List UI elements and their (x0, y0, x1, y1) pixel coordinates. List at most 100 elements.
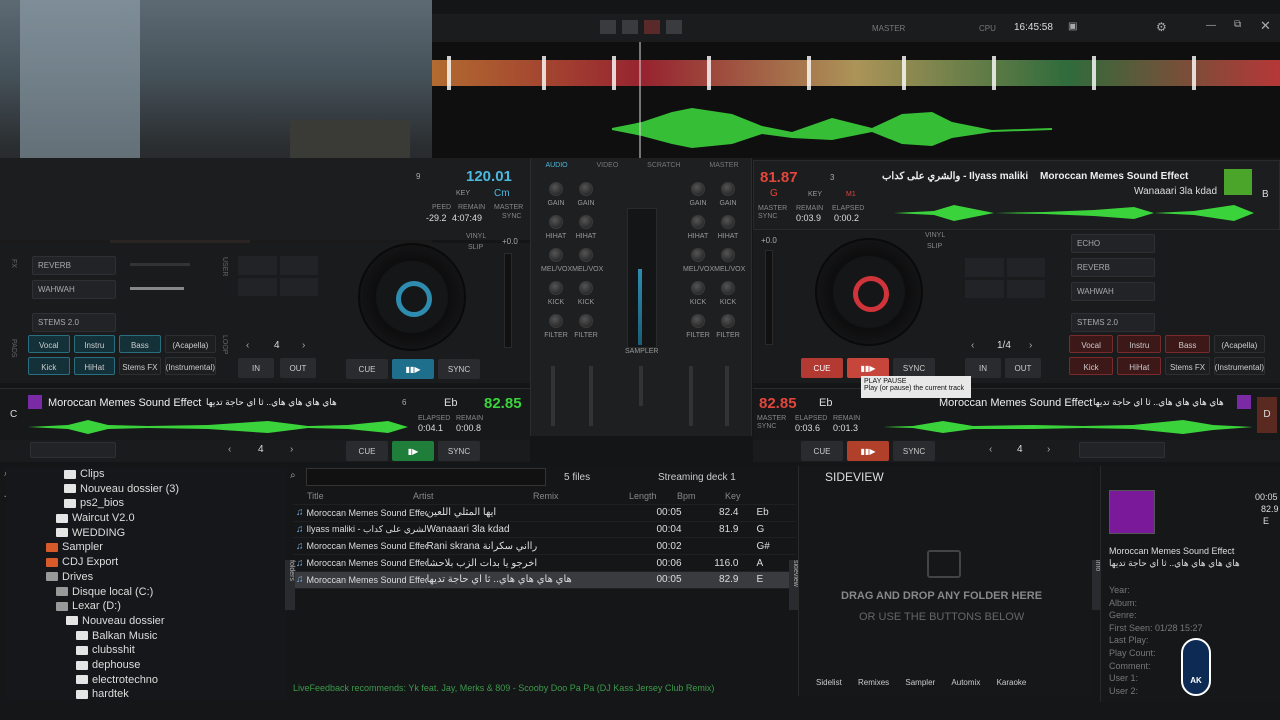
minimize-icon[interactable]: — (1206, 20, 1216, 31)
loop-prev-icon[interactable]: ‹ (971, 340, 974, 351)
tab-karaoke[interactable]: Karaoke (997, 678, 1027, 687)
loop-next-icon[interactable]: › (290, 444, 293, 455)
knob[interactable] (721, 182, 735, 196)
table-row[interactable]: ♫ Moroccan Memes Sound Effect أيها المثل… (293, 505, 796, 522)
slip-b-label[interactable]: SLIP (927, 243, 942, 250)
deck-b-key[interactable]: G (770, 188, 778, 199)
knob[interactable] (549, 182, 563, 196)
knob[interactable] (549, 314, 563, 328)
record-icon[interactable]: ▣ (1068, 21, 1077, 32)
tree-item[interactable]: ps2_bios (6, 497, 286, 512)
mixer-left-knobs[interactable]: GAIN GAIN HIHAT HIHAT MEL/VOX MEL/VOX KICK K… (541, 182, 603, 339)
sync-button-d[interactable]: SYNC (893, 441, 935, 461)
loop-size-b[interactable]: 1/4 (997, 340, 1011, 351)
loop-in-button-b[interactable]: IN (965, 358, 1001, 378)
wahwah-select[interactable]: WAHWAH (1071, 282, 1155, 301)
deck-d-mini-wave[interactable] (883, 417, 1253, 437)
search-input[interactable] (306, 468, 546, 486)
reverb-select[interactable]: REVERB (1071, 258, 1155, 277)
pad-instru[interactable]: Instru (73, 335, 116, 353)
col-remix[interactable]: Remix (533, 491, 629, 501)
tab-sidelist[interactable]: Sidelist (816, 678, 842, 687)
deck-d-key[interactable]: Eb (819, 397, 832, 409)
user-pad[interactable] (279, 277, 318, 296)
col-key[interactable]: Key (725, 491, 765, 501)
user-pad[interactable] (238, 277, 277, 296)
livefeedback-text[interactable]: LiveFeedback recommends: Yk feat. Jay, M… (293, 683, 793, 693)
pad-instru[interactable]: Instru (1117, 335, 1162, 353)
deck-b-letter[interactable]: B (1262, 189, 1269, 200)
tree-item[interactable]: Nouveau dossier (3) (6, 483, 286, 498)
deck-d-loop[interactable]: 4 (1017, 444, 1023, 455)
sync-button-a[interactable]: SYNC (438, 359, 480, 379)
pitch-slider-a[interactable] (504, 253, 512, 348)
pad-stems-fx[interactable]: Stems FX (1165, 357, 1210, 375)
user-pad[interactable] (965, 279, 1004, 298)
sampler-fader[interactable] (639, 366, 643, 406)
tree-item[interactable]: electrotechno (6, 674, 286, 689)
folders-tab[interactable]: folders (285, 560, 295, 610)
deck-a-platter[interactable] (358, 243, 466, 351)
col-artist[interactable]: Artist (413, 491, 533, 501)
table-row[interactable]: ♫ Moroccan Memes Sound Effect Rani skran… (293, 538, 796, 556)
deck-a-sync-label[interactable]: SYNC (502, 213, 521, 220)
knob[interactable] (691, 314, 705, 328)
col-length[interactable]: Length (629, 491, 677, 501)
tree-item[interactable]: Nouveau dossier (6, 615, 286, 630)
play-button-d[interactable]: ▮▮▶ (847, 441, 889, 461)
knob[interactable] (721, 215, 735, 229)
layout-icon[interactable] (666, 20, 682, 34)
cue-button-a[interactable]: CUE (346, 359, 388, 379)
deck-d-fx-select[interactable] (1079, 442, 1165, 458)
loop-size[interactable]: 4 (274, 340, 280, 351)
vinyl-label[interactable]: VINYL (466, 233, 486, 240)
echo-select[interactable]: ECHO (1071, 234, 1155, 253)
slip-label[interactable]: SLIP (468, 244, 483, 251)
fx1-slider[interactable] (130, 263, 190, 266)
fx2-select[interactable]: WAHWAH (32, 280, 116, 299)
loop-next-icon[interactable]: › (1029, 340, 1032, 351)
deck-b-platter[interactable] (815, 238, 923, 346)
pad-hihat[interactable]: HiHat (73, 357, 116, 375)
pad-kick[interactable]: Kick (1069, 357, 1114, 375)
pad-instrumental[interactable]: (Instrumental) (1213, 357, 1265, 375)
stems-pads[interactable]: Vocal Instru Bass (Acapella) Kick HiHat … (28, 335, 216, 375)
play-button-c[interactable]: ▮▶ (392, 441, 434, 461)
waveform-display[interactable] (432, 42, 1280, 158)
deck-c-letter[interactable]: C (10, 409, 17, 420)
tree-item[interactable]: WEDDING (6, 527, 286, 542)
user-pad[interactable] (238, 256, 277, 275)
loop-prev-icon[interactable]: ‹ (228, 444, 231, 455)
col-title[interactable]: Title (293, 491, 413, 501)
user-pads[interactable] (238, 256, 318, 296)
tree-item[interactable]: Sampler (6, 541, 286, 556)
channel-fader[interactable] (551, 366, 555, 426)
pitch-slider-b[interactable] (765, 250, 773, 345)
knob[interactable] (721, 314, 735, 328)
tab-audio[interactable]: AUDIO (545, 162, 567, 174)
deck-b-sync-label[interactable]: SYNC (758, 213, 777, 220)
knob[interactable] (691, 281, 705, 295)
tree-item[interactable]: Balkan Music (6, 630, 286, 645)
tree-item[interactable]: Drives (6, 571, 286, 586)
tab-automix[interactable]: Automix (951, 678, 980, 687)
mixer-tabs[interactable]: AUDIO VIDEO SCRATCH MASTER (531, 158, 753, 174)
tree-item[interactable]: CDJ Export (6, 556, 286, 571)
tree-item[interactable]: Clips (6, 468, 286, 483)
deck-a-key[interactable]: Cm (494, 188, 510, 199)
channel-fader[interactable] (589, 366, 593, 426)
tree-item[interactable]: Waircut V2.0 (6, 512, 286, 527)
tab-remixes[interactable]: Remixes (858, 678, 889, 687)
pad-vocal[interactable]: Vocal (28, 335, 70, 353)
deck-b-mini-wave[interactable] (894, 201, 1254, 225)
user-pads-b[interactable] (965, 258, 1045, 298)
pad-vocal[interactable]: Vocal (1069, 335, 1114, 353)
fx1-select[interactable]: REVERB (32, 256, 116, 275)
loop-prev-icon[interactable]: ‹ (989, 444, 992, 455)
knob[interactable] (691, 215, 705, 229)
loop-prev-icon[interactable]: ‹ (246, 340, 249, 351)
pad-stems-fx[interactable]: Stems FX (119, 357, 161, 375)
layout-icon[interactable] (644, 20, 660, 34)
mixer-right-knobs[interactable]: GAIN GAIN HIHAT HIHAT MEL/VOX MEL/VOX KICK K… (683, 182, 745, 339)
pad-kick[interactable]: Kick (28, 357, 70, 375)
